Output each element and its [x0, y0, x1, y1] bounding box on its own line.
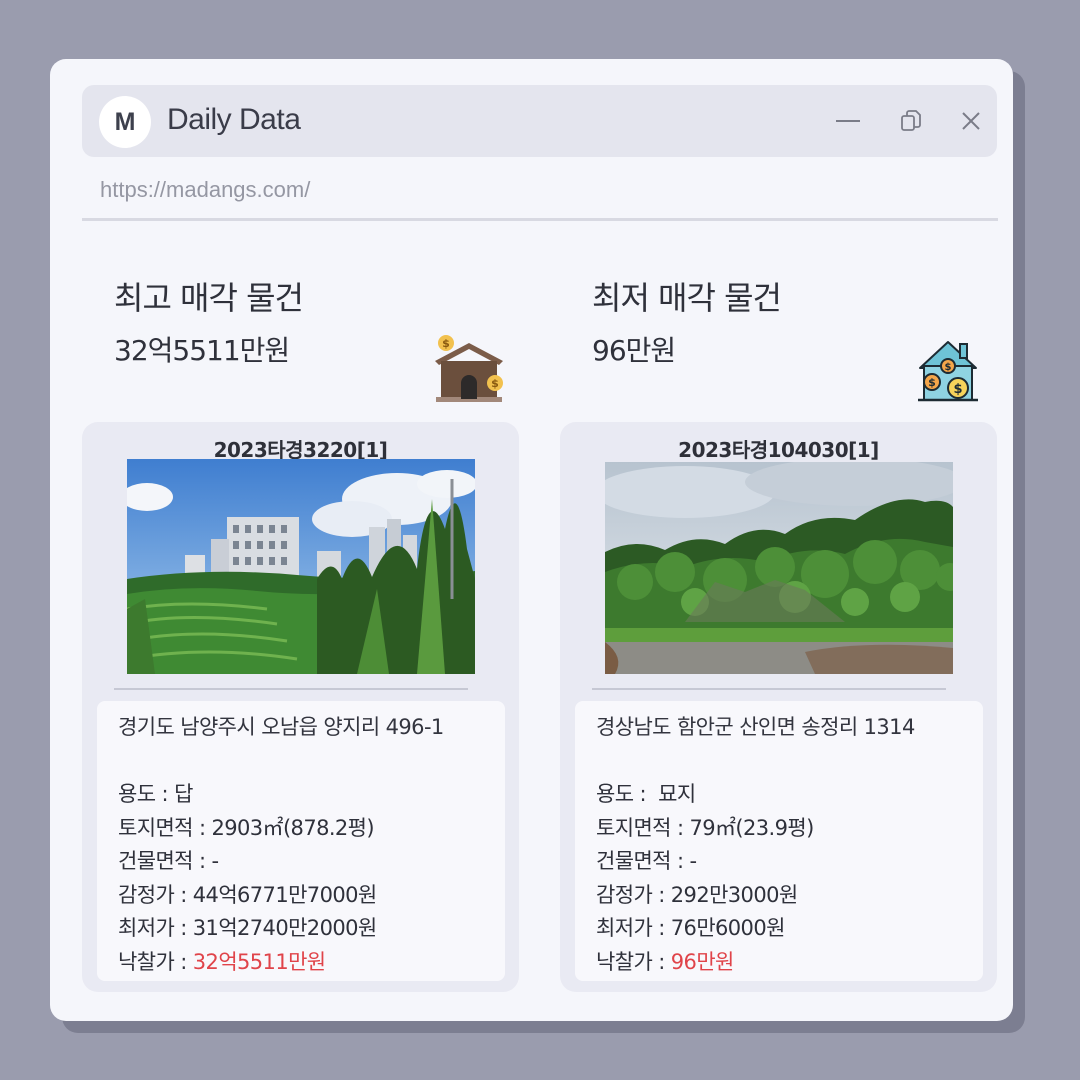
- appraisal-value: 44억6771만7000원: [192, 882, 377, 907]
- restore-icon: [901, 110, 921, 131]
- usage-label: 용도 :: [118, 782, 175, 806]
- minimum-price-row: 최저가 : 76만6000원: [596, 912, 814, 946]
- highest-card: 2023타경3220[1] 경기도 남양주시 오남읍 양지리 496-1 용도 …: [82, 422, 519, 992]
- close-button[interactable]: [953, 103, 989, 139]
- usage-value: 묘지: [652, 782, 696, 806]
- restore-button[interactable]: [893, 103, 929, 139]
- card-divider: [114, 688, 468, 690]
- minimize-button[interactable]: [830, 103, 866, 139]
- lowest-card: 2023타경104030[1] 경상남도 함안군 산인면 송정리 1314 용도…: [560, 422, 997, 992]
- appraisal-label: 감정가 :: [596, 882, 671, 907]
- lowest-heading: 최저 매각 물건: [592, 279, 782, 317]
- svg-text:$: $: [953, 382, 962, 397]
- app-logo: M: [99, 96, 151, 148]
- usage-value: 답: [174, 782, 193, 806]
- property-address: 경기도 남양주시 오남읍 양지리 496-1: [118, 715, 444, 739]
- appraisal-row: 감정가 : 44억6771만7000원: [118, 879, 377, 913]
- building-area-label: 건물면적 :: [596, 849, 690, 873]
- property-info: 경상남도 함안군 산인면 송정리 1314 용도 : 묘지 토지면적 : 79㎡…: [575, 701, 983, 981]
- building-area-value: -: [211, 849, 220, 873]
- svg-text:$: $: [442, 337, 450, 350]
- minimize-icon: [836, 120, 860, 122]
- building-area-label: 건물면적 :: [118, 849, 212, 873]
- usage-row: 용도 : 묘지: [596, 778, 814, 812]
- land-area-label: 토지면적 :: [596, 815, 690, 840]
- case-number[interactable]: 2023타경104030[1]: [560, 434, 997, 463]
- app-window: M Daily Data https://madangs.com/ 최고 매각 …: [50, 59, 1013, 1021]
- property-photo[interactable]: [127, 459, 475, 674]
- winning-bid-row: 낙찰가 : 32억5511만원: [118, 946, 377, 980]
- winning-bid-label: 낙찰가 :: [596, 949, 671, 974]
- property-photo[interactable]: [605, 462, 953, 674]
- building-area-value: -: [689, 849, 698, 873]
- card-divider: [592, 688, 946, 690]
- close-icon: [962, 112, 980, 130]
- svg-text:$: $: [491, 377, 499, 390]
- winning-bid-value: 32억5511만원: [192, 949, 326, 974]
- lowest-price: 96만원: [592, 334, 676, 367]
- highest-price: 32억5511만원: [114, 334, 290, 367]
- minimum-price-value: 76만6000원: [670, 916, 786, 940]
- land-area-value: 79㎡(23.9평): [689, 815, 815, 840]
- winning-bid-label: 낙찰가 :: [118, 949, 193, 974]
- winning-bid-value: 96만원: [670, 949, 735, 974]
- building-area-row: 건물면적 : -: [118, 845, 377, 879]
- app-title: Daily Data: [167, 103, 301, 136]
- land-area-row: 토지면적 : 79㎡(23.9평): [596, 812, 814, 846]
- house-coins-icon: $ $ $: [916, 338, 980, 408]
- url-text[interactable]: https://madangs.com/: [100, 177, 310, 203]
- highest-heading: 최고 매각 물건: [114, 279, 304, 317]
- building-area-row: 건물면적 : -: [596, 845, 814, 879]
- appraisal-value: 292만3000원: [670, 882, 798, 907]
- minimum-price-row: 최저가 : 31억2740만2000원: [118, 912, 377, 946]
- land-area-label: 토지면적 :: [118, 815, 212, 840]
- usage-label: 용도 :: [596, 782, 653, 806]
- property-address: 경상남도 함안군 산인면 송정리 1314: [596, 715, 915, 739]
- land-area-row: 토지면적 : 2903㎡(878.2평): [118, 812, 377, 846]
- svg-text:$: $: [928, 376, 936, 389]
- minimum-price-value: 31억2740만2000원: [192, 916, 377, 940]
- property-info: 경기도 남양주시 오남읍 양지리 496-1 용도 : 답 토지면적 : 290…: [97, 701, 505, 981]
- land-area-value: 2903㎡(878.2평): [211, 815, 375, 840]
- appraisal-label: 감정가 :: [118, 882, 193, 907]
- url-divider: [82, 218, 998, 221]
- title-bar: M Daily Data: [82, 85, 997, 157]
- winning-bid-row: 낙찰가 : 96만원: [596, 946, 814, 980]
- minimum-price-label: 최저가 :: [596, 916, 671, 940]
- appraisal-row: 감정가 : 292만3000원: [596, 879, 814, 913]
- usage-row: 용도 : 답: [118, 778, 377, 812]
- svg-text:$: $: [945, 362, 952, 373]
- minimum-price-label: 최저가 :: [118, 916, 193, 940]
- house-money-icon: $ $: [433, 333, 505, 409]
